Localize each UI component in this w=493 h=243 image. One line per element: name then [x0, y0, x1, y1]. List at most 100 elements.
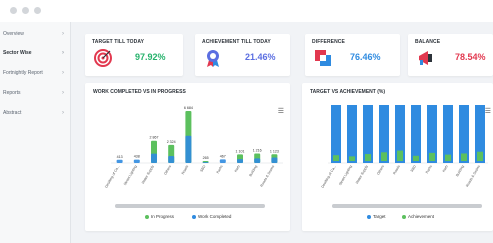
x-tick-label: Roads: [181, 164, 190, 175]
legend-swatch: [402, 214, 406, 219]
sidebar-item-overview[interactable]: Overview ›: [3, 27, 67, 41]
x-tick-label: Water Supply: [355, 164, 369, 184]
achievement-bar: [461, 153, 467, 161]
x-tick-label: Kerb: [234, 164, 241, 172]
work-completed-panel: WORK COMPLETED VS IN PROGRESS ☰ 413 Desil…: [85, 83, 290, 231]
sidebar-item-label: Abstract: [3, 110, 22, 116]
achievement-bar: [381, 152, 387, 161]
chevron-right-icon: ›: [62, 70, 64, 76]
x-tick-label: Building: [248, 164, 258, 177]
data-label: 467: [220, 154, 226, 158]
kpi-value: 76.46%: [350, 52, 381, 62]
sidebar-item-reports[interactable]: Reports ›: [3, 86, 67, 100]
kpi-card-target: TARGET TILL TODAY 97.92%: [85, 34, 183, 76]
kpi-card-balance: BALANCE 78.54%: [408, 34, 493, 76]
data-label: 265: [203, 156, 209, 160]
x-tick-label: Water Supply: [141, 164, 155, 184]
x-tick-label: Roads & Drains: [260, 164, 276, 187]
window-control-dot[interactable]: [34, 7, 41, 14]
x-tick-label: Roads: [392, 164, 401, 175]
window-control-dot[interactable]: [10, 7, 17, 14]
work-completed-bar: [116, 159, 123, 163]
kpi-card-difference: DIFFERENCE 76.46%: [305, 34, 400, 76]
legend-label: Work Completed: [198, 214, 232, 219]
data-label: 438: [134, 155, 140, 159]
work-completed-bar: [151, 153, 157, 163]
medal-icon: [207, 50, 219, 67]
legend-swatch: [145, 214, 149, 219]
data-label: 1 123: [270, 149, 279, 153]
x-tick-label: SBD: [199, 164, 206, 173]
sidebar-item-label: Reports: [3, 90, 21, 96]
difference-icon: [315, 50, 331, 66]
achievement-bar: [365, 154, 371, 161]
data-label: 1 216: [253, 149, 262, 153]
x-tick-label: Desilting of Ca...: [321, 164, 337, 188]
target-icon: [94, 49, 112, 67]
scrollbar-thumb[interactable]: [332, 204, 482, 208]
target-bar: [347, 105, 357, 163]
chevron-right-icon: ›: [62, 110, 64, 116]
chart-scrollbar[interactable]: [115, 204, 265, 208]
sidebar-item-abstract[interactable]: Abstract ›: [3, 106, 67, 120]
target-bar: [443, 105, 453, 163]
kpi-value: 21.46%: [245, 52, 276, 62]
x-tick-label: Kerb: [442, 164, 449, 172]
sidebar-item-fortnightly-report[interactable]: Fortnightly Report ›: [3, 66, 67, 80]
legend-swatch: [192, 214, 196, 219]
legend-label: Target: [373, 214, 386, 219]
x-tick-label: Street Lighting: [123, 164, 138, 186]
sidebar-item-label: Sector Wise: [3, 50, 32, 56]
work-completed-bar: [237, 159, 243, 163]
target-bar: [331, 105, 341, 163]
achievement-bar: [445, 154, 451, 161]
legend-item: Target: [367, 214, 386, 219]
x-tick-label: Street Lighting: [338, 164, 353, 186]
achievement-bar: [333, 155, 339, 161]
dashboard-window: Overview › Sector Wise › Fortnightly Rep…: [0, 0, 493, 243]
window-titlebar: [0, 0, 493, 22]
sidebar-item-label: Overview: [3, 31, 24, 37]
work-completed-bar: [168, 155, 175, 163]
x-tick-label: Building: [455, 164, 465, 177]
achievement-bar: [429, 152, 435, 161]
scrollbar-thumb[interactable]: [115, 204, 265, 208]
kpi-value: 97.92%: [135, 52, 166, 62]
kpi-label: TARGET TILL TODAY: [92, 39, 145, 45]
legend-item: Work Completed: [192, 214, 231, 219]
chevron-right-icon: ›: [62, 90, 64, 96]
achievement-bar: [349, 156, 355, 161]
target-achievement-panel: TARGET VS ACHIEVEMENT (%) ☰ Desilting of…: [302, 83, 493, 231]
window-control-dot[interactable]: [22, 7, 29, 14]
work-completed-bar: [219, 159, 226, 163]
work-completed-bar: [202, 162, 209, 163]
target-bar: [411, 105, 421, 163]
sidebar: Overview › Sector Wise › Fortnightly Rep…: [0, 22, 71, 243]
legend-label: In Progress: [151, 214, 175, 219]
kpi-label: DIFFERENCE: [312, 39, 345, 45]
data-label: 6 684: [184, 106, 193, 110]
data-label: 2 867: [150, 136, 159, 140]
x-tick-label: SBD: [410, 164, 417, 173]
x-tick-label: Parks: [216, 164, 224, 174]
work-completed-bar: [271, 157, 278, 163]
work-completed-bar: [254, 158, 261, 163]
kpi-value: 78.54%: [455, 52, 486, 62]
achievement-bar: [413, 155, 419, 161]
achievement-bar: [397, 150, 403, 161]
x-tick-label: Others: [163, 164, 172, 175]
data-label: 2 324: [167, 140, 176, 144]
chevron-right-icon: ›: [62, 31, 64, 37]
chart-scrollbar[interactable]: [332, 204, 482, 208]
work-completed-chart: 413 Desilting of Ca... 438 Street Lighting 2…: [104, 106, 283, 189]
x-tick-label: Others: [376, 164, 385, 175]
sidebar-item-sector-wise[interactable]: Sector Wise ›: [3, 46, 67, 60]
data-label: 1 101: [236, 149, 245, 153]
work-completed-bar: [185, 135, 192, 163]
kpi-label: BALANCE: [415, 39, 441, 45]
legend-swatch: [367, 214, 371, 219]
legend-label: Achievement: [408, 214, 435, 219]
x-tick-label: Roads & Drains: [465, 164, 481, 187]
x-tick-label: Parks: [425, 164, 433, 174]
legend-item: Achievement: [402, 214, 434, 219]
